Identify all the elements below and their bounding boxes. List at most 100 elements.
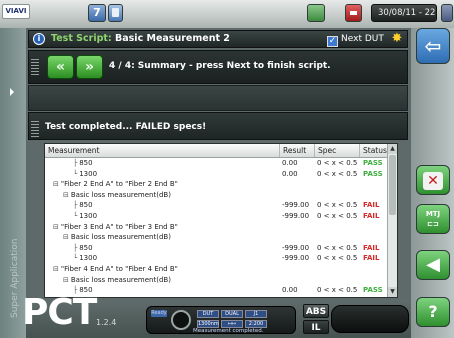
cancel-button[interactable]: ✕: [416, 165, 450, 195]
table-row[interactable]: ⊟ Basic loss measurement(dB): [45, 190, 389, 201]
table-row[interactable]: ⊟ "Fiber 3 End A" to "Fiber 3 End B": [45, 222, 389, 233]
mtj-button[interactable]: MTJ ⊏⊐: [416, 204, 450, 234]
main-panel: i Test Script: Basic Measurement 2 ✓ Next…: [26, 28, 411, 300]
tree-branch-icon: └: [73, 254, 78, 263]
status-cell: PASS: [363, 286, 383, 295]
version-label: 1.2.4: [96, 318, 117, 327]
exit-app-button[interactable]: ⇦: [416, 28, 450, 64]
scroll-up-icon[interactable]: ▲: [388, 144, 397, 154]
abs-button[interactable]: ABS: [303, 304, 329, 318]
power-icon[interactable]: [171, 310, 191, 330]
measurement-label: "Fiber 2 End A" to "Fiber 2 End B": [60, 180, 178, 189]
table-row[interactable]: ├ 850 -999.00 0 < x < 0.5 FAIL: [45, 243, 389, 254]
status-cell: PASS: [363, 169, 383, 178]
collapse-icon[interactable]: ⊟: [63, 191, 69, 199]
result-cell: 0.00: [282, 169, 298, 178]
network-icon[interactable]: [307, 4, 325, 22]
scroll-down-icon[interactable]: ▼: [388, 287, 397, 297]
column-header-measurement[interactable]: Measurement: [45, 144, 280, 157]
column-header-result[interactable]: Result: [280, 144, 315, 157]
top-bar: VIAVI 7 30/08/11 - 22:58:57: [0, 0, 454, 29]
message-area: [28, 85, 408, 111]
right-panel: ⇦ ✕ MTJ ⊏⊐ ◀ ?: [411, 28, 454, 338]
help-button[interactable]: ?: [416, 297, 450, 327]
table-row[interactable]: ├ 850 0.00 0 < x < 0.5 PASS: [45, 158, 389, 169]
column-header-status[interactable]: Status: [360, 144, 389, 157]
table-row[interactable]: ⊟ "Fiber 4 End A" to "Fiber 4 End B": [45, 264, 389, 275]
spec-cell: 0 < x < 0.5: [317, 243, 358, 252]
tree-branch-icon: ├: [73, 243, 78, 252]
spec-cell: 0 < x < 0.5: [317, 159, 358, 167]
app-7-button[interactable]: 7: [88, 4, 106, 22]
help-icon: ?: [428, 302, 438, 321]
system-menu-icon[interactable]: [441, 4, 453, 22]
collapse-icon[interactable]: ⊟: [63, 233, 69, 241]
collapse-icon[interactable]: ⊟: [53, 180, 59, 188]
j1-mode: J1: [245, 310, 267, 318]
info-icon[interactable]: i: [33, 33, 45, 45]
viavi-logo: VIAVI: [2, 4, 30, 19]
table-header: Measurement Result Spec Status: [45, 144, 389, 158]
product-name: PCT: [22, 292, 97, 333]
measurement-cell: ├ 850: [73, 200, 93, 211]
checkbox-checked-icon[interactable]: ✓: [327, 36, 338, 47]
table-row[interactable]: ├ 850 -999.00 0 < x < 0.5 FAIL: [45, 200, 389, 211]
table-row[interactable]: └ 1300 -999.00 0 < x < 0.5 FAIL: [45, 211, 389, 222]
window-icon[interactable]: [108, 4, 123, 22]
table-row[interactable]: ⊟ Basic loss measurement(dB): [45, 275, 389, 286]
measurement-cell: └ 1300: [73, 211, 97, 222]
next-step-button[interactable]: »: [76, 55, 103, 79]
battery-warning-icon[interactable]: [345, 4, 362, 22]
instrument-status-panel[interactable]: Ready DUT DUAL J1 1300nm ↤↦ 2:200 Measur…: [146, 306, 296, 334]
grip-handle-icon[interactable]: [31, 59, 39, 75]
next-dut-checkbox[interactable]: ✓ Next DUT: [327, 33, 384, 47]
left-arrow-icon: ◀: [426, 254, 440, 275]
test-script-label: Test Script:: [51, 33, 112, 44]
grip-handle-icon[interactable]: [31, 121, 39, 137]
column-header-spec[interactable]: Spec: [315, 144, 360, 157]
measurement-label: "Fiber 4 End A" to "Fiber 4 End B": [60, 264, 178, 273]
datetime-display: 30/08/11 - 22:58:57: [371, 4, 437, 22]
measurement-label: "Fiber 3 End A" to "Fiber 3 End B": [60, 222, 178, 231]
table-row[interactable]: └ 1300 0.00 0 < x < 0.5 PASS: [45, 169, 389, 180]
measurement-label: 1300: [79, 254, 98, 263]
script-title-bar: i Test Script: Basic Measurement 2 ✓ Next…: [28, 30, 408, 48]
mtj-label: MTJ: [425, 210, 441, 218]
results-table[interactable]: Measurement Result Spec Status ├ 850 0.00 0…: [44, 143, 398, 298]
table-row[interactable]: ├ 850 0.00 0 < x < 0.5 PASS: [45, 285, 389, 296]
status-cell: FAIL: [363, 201, 380, 210]
next-dut-label: Next DUT: [341, 34, 384, 44]
table-scrollbar[interactable]: ▲ ▼: [387, 144, 397, 297]
back-button[interactable]: ◀: [416, 250, 450, 280]
measurement-label: Basic loss measurement(dB): [70, 190, 171, 199]
spec-cell: 0 < x < 0.5: [317, 286, 358, 295]
measurement-cell: └ 1300: [73, 169, 97, 180]
status-cell: FAIL: [363, 211, 380, 220]
tree-branch-icon: └: [73, 169, 78, 178]
measurement-label: 850: [79, 243, 93, 252]
super-application-label: Super Application: [10, 238, 20, 318]
ready-indicator: Ready: [151, 310, 167, 317]
result-cell: -999.00: [282, 201, 310, 210]
collapse-icon[interactable]: ⊟: [53, 223, 59, 231]
table-row[interactable]: └ 1300 -999.00 0 < x < 0.5 FAIL: [45, 253, 389, 264]
tree-branch-icon: ├: [73, 159, 78, 167]
measurement-cell: ⊟ Basic loss measurement(dB): [63, 275, 171, 286]
status-area: Test completed... FAILED specs!: [28, 112, 408, 140]
collapse-icon[interactable]: ⊟: [53, 265, 59, 273]
measurement-label: Basic loss measurement(dB): [70, 275, 171, 284]
measurement-label: 1300: [79, 211, 98, 220]
dual-mode: DUAL: [221, 310, 243, 318]
measurement-cell: ⊟ "Fiber 4 End A" to "Fiber 4 End B": [53, 264, 178, 275]
table-row[interactable]: ⊟ Basic loss measurement(dB): [45, 232, 389, 243]
star-icon[interactable]: ✸: [390, 32, 404, 46]
collapse-icon[interactable]: ⊟: [63, 276, 69, 284]
il-button[interactable]: IL: [303, 320, 329, 334]
previous-step-button[interactable]: «: [47, 55, 74, 79]
scroll-thumb[interactable]: [389, 155, 396, 215]
result-cell: 0.00: [282, 286, 298, 295]
measurement-cell: ⊟ Basic loss measurement(dB): [63, 232, 171, 243]
step-instruction: 4 / 4: Summary - press Next to finish sc…: [109, 61, 331, 71]
measurement-cell: └ 1300: [73, 253, 97, 264]
table-row[interactable]: ⊟ "Fiber 2 End A" to "Fiber 2 End B": [45, 179, 389, 190]
